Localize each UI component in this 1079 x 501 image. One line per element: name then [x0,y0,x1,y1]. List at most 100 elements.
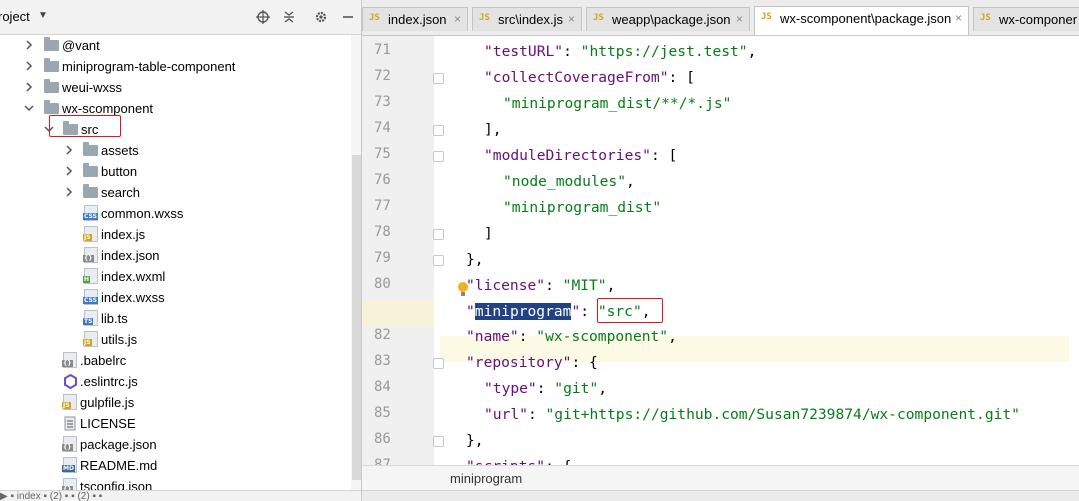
code-token: "git" [554,380,599,398]
project-panel: roject ▼ @vant miniprogram-table-componen… [0,0,362,501]
code-line: "repository": { [466,354,598,371]
code-token: " [571,302,581,320]
line-number: 75 [374,145,391,162]
chevron-right-icon[interactable] [24,39,34,51]
tree-item-label: miniprogram-table-component [62,59,236,74]
line-number: 77 [374,197,391,214]
code-token: "type" [484,380,537,398]
tree-item-label: index.json [101,248,160,263]
tree-file[interactable]: Hindex.wxml [0,266,351,287]
close-tab-icon[interactable]: × [955,11,962,25]
fold-marker-icon[interactable] [433,228,444,240]
fold-marker-icon[interactable] [433,72,444,84]
code-token: , [747,43,757,60]
code-line: "miniprogram_dist" [503,199,661,216]
tree-file[interactable]: JS utils.js [0,329,351,350]
chevron-right-icon[interactable] [64,144,74,156]
tree-file[interactable]: .eslintrc.js [0,371,351,392]
tree-scrollbar-thumb[interactable] [352,155,361,480]
code-token: "node_modules" [503,172,627,190]
code-area[interactable]: "testURL": "https://jest.test", "collectC… [440,36,1079,475]
tree-file[interactable]: TS lib.ts [0,308,351,329]
project-panel-title[interactable]: roject [0,9,30,24]
gutter-current-line [362,300,434,326]
code-token: "git+https://github.com/Susan7239874/wx-… [545,406,1020,424]
tree-item-label: common.wxss [101,206,184,221]
code-line: "collectCoverageFrom": [ [484,69,695,86]
code-token: "wx-scomponent" [536,328,669,346]
gear-icon[interactable] [312,7,330,27]
js-file-icon: JS [83,331,98,347]
tree-folder[interactable]: miniprogram-table-component [0,56,351,77]
fold-marker-icon[interactable] [433,358,444,370]
tree-folder[interactable]: weui-wxss [0,77,351,98]
code-line: ], [484,121,502,138]
chevron-right-icon[interactable] [64,165,74,177]
close-tab-icon[interactable]: × [736,12,743,26]
editor-tab[interactable]: JS index.json × [362,7,468,31]
chevron-right-icon[interactable] [24,81,34,93]
tree-file[interactable]: JS index.js [0,224,351,245]
line-number: 82 [374,327,391,344]
chevron-down-icon[interactable]: ▼ [38,10,48,21]
tree-file[interactable]: CSS index.wxss [0,287,351,308]
code-token: }, [466,432,484,450]
fold-marker-icon[interactable] [433,436,444,448]
crosshair-icon[interactable] [254,7,272,27]
tree-item-label: package.json [80,437,157,452]
code-token: "miniprogram_dist/**/*.js" [503,94,732,112]
code-line: "testURL": "https://jest.test", [484,43,756,60]
code-line: "type": "git", [484,380,607,397]
breadcrumb[interactable]: miniprogram [450,471,522,486]
close-tab-icon[interactable]: × [568,12,575,26]
editor-bottom-strip [362,490,1079,501]
tree-file[interactable]: {} index.json [0,245,351,266]
js-file-icon: JS [62,394,77,410]
tree-file[interactable]: LICENSE [0,413,351,434]
tree-item-label: gulpfile.js [80,395,135,410]
selection-highlight-box [49,115,121,137]
tree-folder[interactable]: @vant [0,35,351,56]
fold-marker-icon[interactable] [433,124,444,136]
js-file-icon: JS [83,226,98,242]
breadcrumb-bar: miniprogram [362,465,1079,490]
code-line: "node_modules", [503,173,635,190]
css-file-icon: CSS [83,289,98,305]
editor-tab[interactable]: JS wx-scomponent\package.json × [754,6,969,35]
tree-folder[interactable]: assets [0,140,351,161]
minimize-icon[interactable] [339,7,357,27]
tree-file[interactable]: JS gulpfile.js [0,392,351,413]
fold-marker-icon[interactable] [433,150,444,162]
tree-file[interactable]: {} .babelrc [0,350,351,371]
close-tab-icon[interactable]: × [454,12,461,26]
tree-item-label: LICENSE [80,416,136,431]
code-token: " [466,302,475,320]
tree-file[interactable]: MD README.md [0,455,351,476]
editor-tab-label: wx-componer [999,12,1078,27]
chevron-down-icon[interactable] [24,102,34,114]
editor-scrollbar[interactable] [1069,36,1079,465]
tree-item-label: assets [101,143,139,158]
tree-item-label: .eslintrc.js [80,374,138,389]
tree-file[interactable]: CSS common.wxss [0,203,351,224]
code-token: }, [466,250,484,268]
editor-tab-label: index.json [388,12,447,27]
chevron-right-icon[interactable] [64,186,74,198]
tree-file[interactable]: {} package.json [0,434,351,455]
tree-folder[interactable]: button [0,161,351,182]
json-file-icon: JS [980,13,991,23]
editor-tab[interactable]: JS src\index.js × [472,7,582,31]
chevron-right-icon[interactable] [24,60,34,72]
collapse-icon[interactable] [280,7,298,27]
code-token: , [668,328,677,346]
tree-folder[interactable]: search [0,182,351,203]
fold-marker-icon[interactable] [433,254,444,266]
tree-item-label: button [101,164,138,179]
editor-tab[interactable]: JS wx-componer [973,7,1079,31]
line-number: 76 [374,171,391,188]
tree-item-label: search [101,185,141,200]
lightbulb-icon[interactable] [458,282,468,296]
js-file-icon: JS [479,13,490,23]
editor-tab[interactable]: JS weapp\package.json × [586,7,750,31]
selected-token: miniprogram [474,302,572,320]
